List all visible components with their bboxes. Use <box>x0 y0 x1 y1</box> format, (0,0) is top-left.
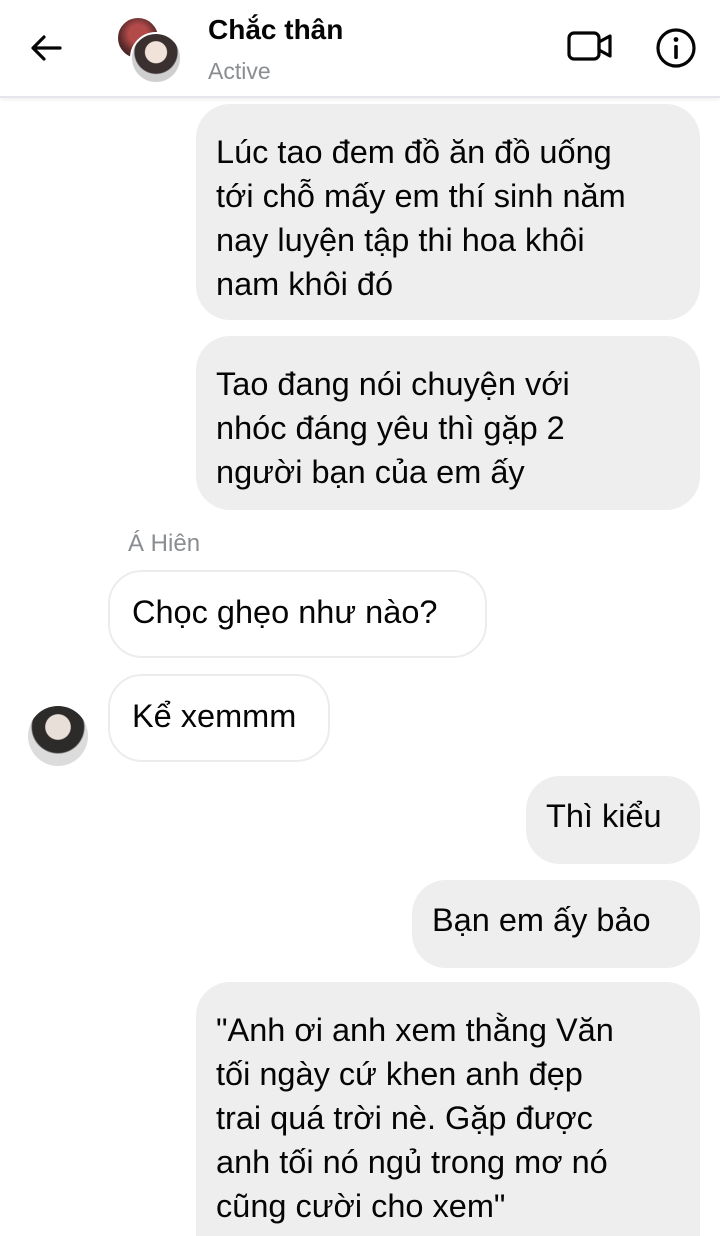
avatar-front <box>130 32 182 84</box>
message-bubble-incoming[interactable]: Kể xemmm <box>108 674 330 762</box>
info-icon <box>656 28 696 68</box>
sender-avatar[interactable] <box>28 706 88 766</box>
info-button[interactable] <box>654 26 698 70</box>
contact-name[interactable]: Chắc thân <box>208 14 343 46</box>
message-bubble-outgoing[interactable]: Thì kiểu <box>526 776 700 864</box>
active-status: Active <box>208 58 271 84</box>
chat-header: Chắc thân Active <box>0 0 720 98</box>
message-bubble-outgoing[interactable]: Bạn em ấy bảo <box>412 880 700 968</box>
message-bubble-outgoing[interactable]: Lúc tao đem đồ ăn đồ uống tới chỗ mấy em… <box>196 104 700 320</box>
back-button[interactable] <box>26 28 66 68</box>
arrow-left-icon <box>31 35 62 61</box>
message-bubble-outgoing[interactable]: "Anh ơi anh xem thằng Văn tối ngày cứ kh… <box>196 982 700 1236</box>
message-bubble-incoming[interactable]: Chọc ghẹo như nào? <box>108 570 487 658</box>
video-camera-icon <box>567 31 612 61</box>
video-call-button[interactable] <box>566 26 614 66</box>
sender-name: Á Hiên <box>128 530 201 557</box>
contact-avatar[interactable] <box>116 16 182 84</box>
message-bubble-outgoing[interactable]: Tao đang nói chuyện với nhóc đáng yêu th… <box>196 336 700 510</box>
